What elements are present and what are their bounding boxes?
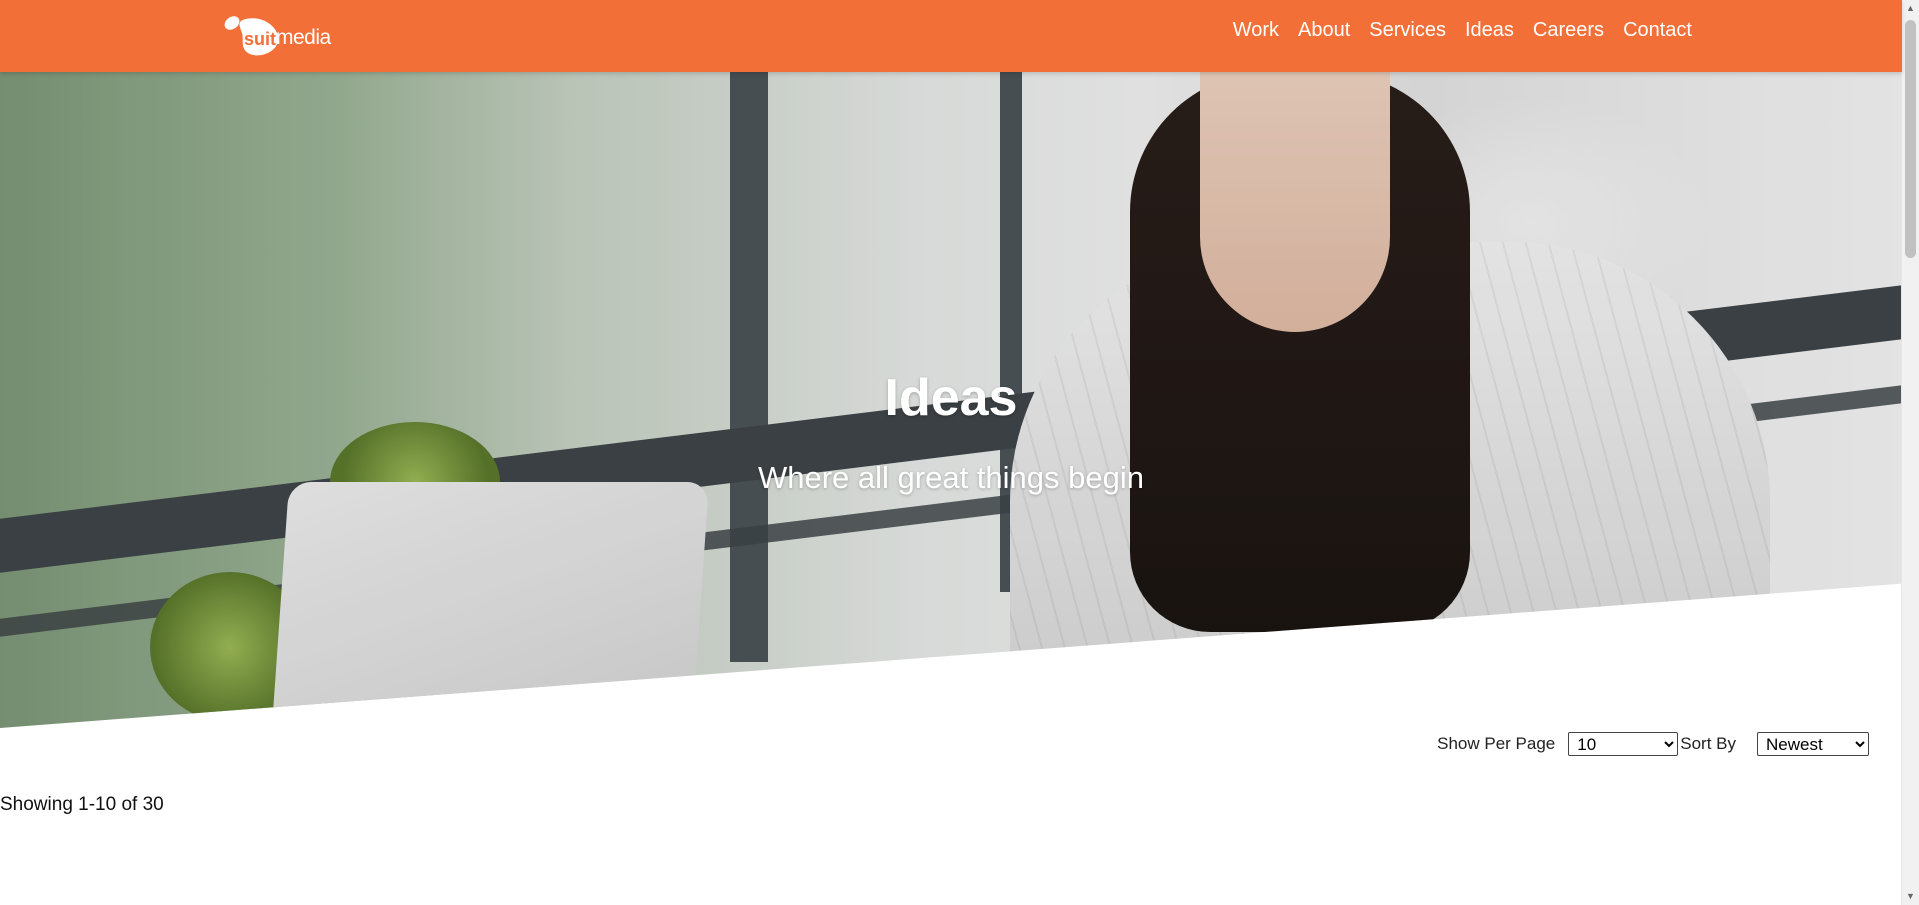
arrow-down-icon[interactable]: ▼ [1902,888,1919,905]
per-page-label: Show Per Page [1437,734,1556,753]
list-controls: Show Per Page 10 Sort By Newest [1437,732,1869,756]
nav-work[interactable]: Work [1233,19,1279,42]
hero-banner: Ideas Where all great things begin [0,72,1902,728]
main-nav: Work About Services Ideas Careers Contac… [1214,0,1692,60]
arrow-up-icon[interactable]: ▲ [1902,0,1919,17]
showing-count: Showing 1-10 of 30 [0,794,164,815]
nav-contact[interactable]: Contact [1623,19,1692,42]
per-page-select[interactable]: 10 [1568,732,1679,756]
nav-ideas[interactable]: Ideas [1465,19,1514,42]
nav-careers[interactable]: Careers [1533,19,1604,42]
logo-bold-text: suit [244,29,276,49]
suitmedia-logo[interactable]: suit media [222,13,337,59]
hero-title: Ideas [884,369,1018,427]
sort-select[interactable]: Newest [1757,732,1869,756]
scrollbar-thumb[interactable] [1905,20,1916,258]
logo-mark-icon: suit [224,16,279,56]
nav-services[interactable]: Services [1369,19,1446,42]
page-scrollbar[interactable]: ▲ ▼ [1901,0,1919,905]
navbar: suit media Work About Services Ideas Car… [0,0,1902,72]
logo-light-text: media [276,26,331,49]
sort-by-label: Sort By [1680,734,1736,753]
hero-subtitle: Where all great things begin [757,460,1144,495]
nav-about[interactable]: About [1298,19,1350,42]
